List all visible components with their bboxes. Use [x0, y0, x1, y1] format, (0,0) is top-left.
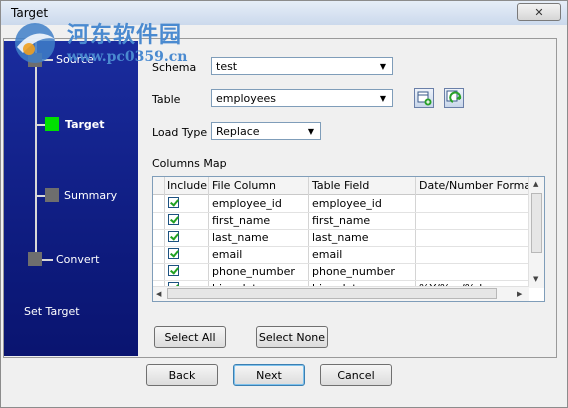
scroll-up-icon[interactable]: ▲	[533, 180, 538, 188]
step-connector	[35, 195, 45, 197]
step-target-marker	[45, 117, 59, 131]
include-checkbox[interactable]	[168, 214, 179, 225]
back-label: Back	[168, 368, 196, 382]
table-field-cell[interactable]: last_name	[312, 231, 369, 244]
file-column-cell: last_name	[212, 231, 269, 244]
chevron-down-icon: ▼	[379, 61, 387, 71]
add-table-button[interactable]	[414, 88, 434, 108]
file-column-cell: employee_id	[212, 197, 282, 210]
step-convert-marker	[28, 252, 42, 266]
file-column-cell: first_name	[212, 214, 271, 227]
table-row[interactable]: email email	[153, 246, 529, 264]
step-description: Set Target	[24, 305, 80, 318]
include-checkbox[interactable]	[168, 197, 179, 208]
cancel-label: Cancel	[337, 368, 375, 382]
step-convert-label: Convert	[56, 253, 100, 266]
close-icon: ✕	[534, 5, 544, 19]
select-none-label: Select None	[258, 330, 326, 344]
step-target-label: Target	[65, 118, 105, 131]
next-button[interactable]: Next	[233, 364, 305, 386]
columns-map-grid[interactable]: Include File Column Table Field Date/Num…	[152, 176, 545, 302]
table-row[interactable]: last_name last_name	[153, 229, 529, 247]
wizard-steps-panel: Source Target Summary Convert Set Target	[4, 41, 138, 356]
scroll-left-icon[interactable]: ◀	[156, 290, 161, 298]
watermark-title: 河东软件园	[67, 22, 183, 48]
step-summary-label: Summary	[64, 189, 118, 202]
step-summary-marker	[45, 188, 59, 202]
next-label: Next	[256, 368, 282, 382]
grid-horizontal-scrollbar[interactable]: ◀ ▶	[153, 286, 529, 301]
chevron-down-icon: ▼	[379, 93, 387, 103]
columns-map-label: Columns Map	[152, 157, 227, 170]
select-all-button[interactable]: Select All	[154, 326, 226, 348]
table-row[interactable]: phone_number phone_number	[153, 263, 529, 281]
header-include[interactable]: Include	[167, 179, 207, 192]
close-button[interactable]: ✕	[517, 3, 561, 21]
watermark-logo-icon	[15, 23, 55, 63]
table-select[interactable]: employees ▼	[211, 89, 393, 107]
header-file-column[interactable]: File Column	[212, 179, 276, 192]
loadtype-label: Load Type	[152, 126, 208, 139]
table-field-cell[interactable]: email	[312, 248, 342, 261]
header-table-field[interactable]: Table Field	[312, 179, 369, 192]
scrollbar-thumb[interactable]	[531, 193, 542, 253]
table-row[interactable]: employee_id employee_id	[153, 195, 529, 213]
table-label: Table	[152, 93, 181, 106]
table-field-cell[interactable]: employee_id	[312, 197, 382, 210]
wizard-window: Target ✕ Source Target Summary Convert S…	[0, 0, 568, 408]
loadtype-select[interactable]: Replace ▼	[211, 122, 321, 140]
step-connector	[35, 124, 45, 126]
refresh-table-button[interactable]	[444, 88, 464, 108]
schema-label: Schema	[152, 61, 197, 74]
add-table-icon	[417, 91, 432, 106]
table-value: employees	[216, 92, 277, 105]
chevron-down-icon: ▼	[307, 126, 315, 136]
file-column-cell: email	[212, 248, 243, 261]
select-none-button[interactable]: Select None	[256, 326, 328, 348]
include-checkbox[interactable]	[168, 231, 179, 242]
cancel-button[interactable]: Cancel	[320, 364, 392, 386]
scrollbar-thumb[interactable]	[167, 288, 497, 299]
loadtype-value: Replace	[216, 125, 260, 138]
grid-header: Include File Column Table Field Date/Num…	[153, 177, 544, 195]
include-checkbox[interactable]	[168, 248, 179, 259]
schema-select[interactable]: test ▼	[211, 57, 393, 75]
grid-vertical-scrollbar[interactable]: ▲ ▼	[528, 177, 544, 288]
file-column-cell: phone_number	[212, 265, 295, 278]
table-row[interactable]: first_name first_name	[153, 212, 529, 230]
scroll-right-icon[interactable]: ▶	[517, 290, 522, 298]
include-checkbox[interactable]	[168, 265, 179, 276]
scroll-down-icon[interactable]: ▼	[533, 275, 538, 283]
table-field-cell[interactable]: first_name	[312, 214, 370, 227]
schema-value: test	[216, 60, 238, 73]
header-format[interactable]: Date/Number Format	[419, 179, 535, 192]
select-all-label: Select All	[164, 330, 216, 344]
back-button[interactable]: Back	[146, 364, 218, 386]
table-field-cell[interactable]: phone_number	[312, 265, 395, 278]
refresh-icon	[446, 90, 462, 103]
